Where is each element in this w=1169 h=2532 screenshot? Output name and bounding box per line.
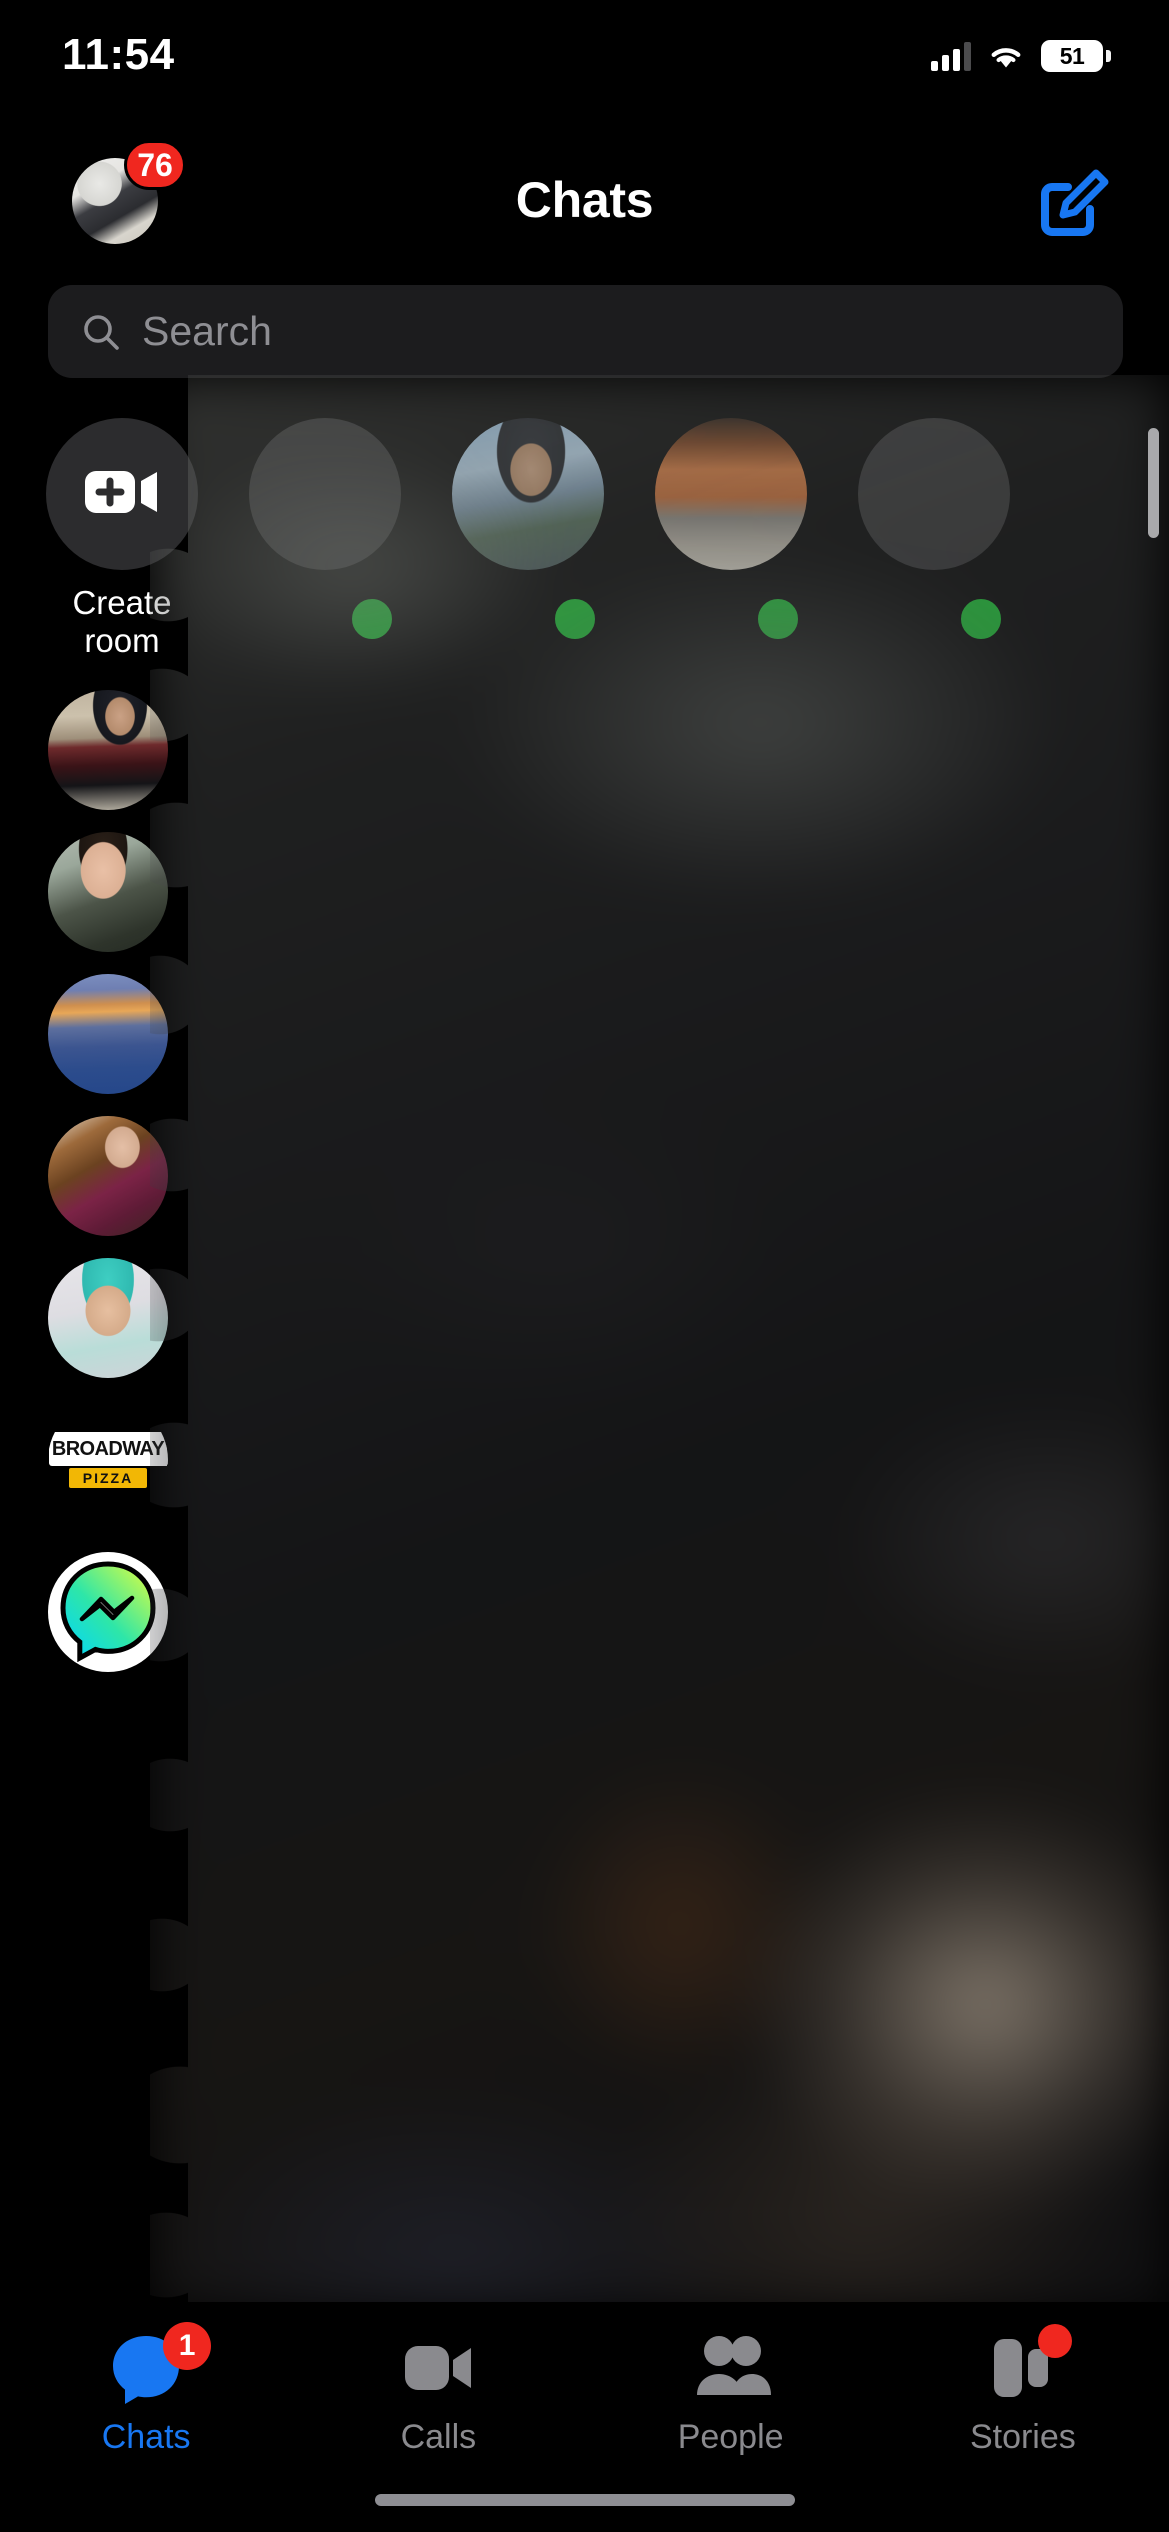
tab-calls[interactable]: Calls [292,2330,584,2457]
avatar [48,832,168,952]
profile-unread-badge: 76 [124,140,186,190]
create-room-button[interactable]: Create room [46,418,198,659]
signal-bars-icon [931,41,971,71]
profile-avatar-button[interactable]: 76 [72,140,186,244]
status-bar: 11:54 51 [0,0,1169,100]
avatar [48,1258,168,1378]
scrollbar[interactable] [1148,428,1159,538]
status-indicators: 51 [931,40,1111,72]
tab-chats-label: Chats [101,2418,191,2456]
table-row[interactable] [0,1116,1169,1258]
battery-icon: 51 [1041,40,1111,72]
messenger-chats-screen: 11:54 51 Chats 76 Search Create room BRO… [0,0,1169,2532]
create-room-label-line1: Create [72,584,172,621]
create-room-label-line2: room [84,622,160,660]
table-row[interactable] [0,974,1169,1116]
online-status-dot [751,592,805,646]
avatar [48,1552,168,1672]
table-row[interactable] [0,1258,1169,1400]
avatar [858,418,1010,570]
active-now-row[interactable]: Create room [0,418,1169,659]
create-room-circle [46,418,198,570]
video-plus-icon [83,465,161,524]
avatar [48,974,168,1094]
online-status-dot [954,592,1008,646]
tab-people[interactable]: People [585,2330,877,2457]
online-status-dot [345,592,399,646]
people-icon [689,2330,773,2406]
active-contact-2[interactable] [452,418,604,648]
table-row[interactable]: BROADWAY PIZZA [0,1400,1169,1552]
create-room-label: Create room [46,584,198,661]
avatar [48,1116,168,1236]
avatar: BROADWAY PIZZA [48,1400,168,1520]
avatar [655,418,807,570]
chats-unread-badge: 1 [163,2322,212,2370]
home-indicator [374,2494,795,2506]
search-icon [82,313,120,351]
stories-icon [988,2324,1072,2406]
chat-bubble-icon: 1 [107,2322,212,2406]
tab-stories[interactable]: Stories [877,2324,1169,2457]
navigation-bar: Chats 76 [0,140,1169,260]
search-input[interactable]: Search [48,285,1123,378]
tab-people-label: People [677,2418,784,2456]
active-contact-1[interactable] [249,418,401,648]
messenger-logo-icon [56,1558,160,1667]
search-placeholder-text: Search [142,308,272,354]
active-contact-3[interactable] [655,418,807,648]
wifi-icon [987,41,1025,71]
stories-notification-dot [1037,2324,1072,2358]
table-row[interactable] [0,1552,1169,1704]
broadway-logo-text: BROADWAY [51,1437,165,1460]
compose-edit-icon[interactable] [1035,162,1113,240]
table-row[interactable] [0,832,1169,974]
tab-calls-label: Calls [400,2418,477,2456]
avatar [249,418,401,570]
video-camera-icon [399,2330,477,2406]
broadway-logo-banner: BROADWAY [49,1432,168,1466]
table-row[interactable] [0,690,1169,832]
battery-level-text: 51 [1059,42,1085,69]
tab-chats[interactable]: 1 Chats [0,2322,292,2457]
online-status-dot [548,592,602,646]
avatar [48,690,168,810]
broadway-logo-subtext: PIZZA [68,1468,148,1488]
tab-stories-label: Stories [969,2418,1076,2456]
avatar [452,418,604,570]
chat-list[interactable]: BROADWAY PIZZA [0,690,1169,1704]
status-time: 11:54 [62,30,175,79]
active-contact-4[interactable] [858,418,1010,648]
